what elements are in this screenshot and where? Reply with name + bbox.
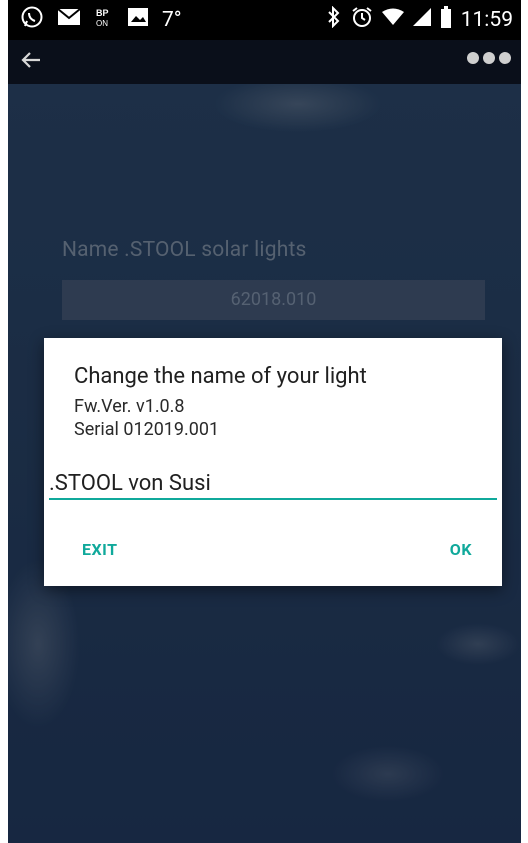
app-toolbar xyxy=(8,40,521,84)
firmware-version: Fw.Ver. v1.0.8 xyxy=(74,396,185,417)
exit-button[interactable]: EXIT xyxy=(82,540,118,559)
signal-icon xyxy=(412,8,431,32)
menu-dot xyxy=(483,52,495,64)
bluetooth-icon xyxy=(326,5,342,34)
whatsapp-icon xyxy=(20,5,44,35)
ok-button[interactable]: OK xyxy=(450,540,472,559)
status-bar: BP ON 7° 11:59 xyxy=(8,0,521,40)
menu-dot xyxy=(499,52,511,64)
battery-icon xyxy=(440,6,452,34)
clock-text: 11:59 xyxy=(460,8,513,32)
svg-text:ON: ON xyxy=(96,19,108,28)
bp-on-icon: BP ON xyxy=(94,6,114,34)
wifi-icon xyxy=(381,8,404,32)
more-options-icon[interactable] xyxy=(467,52,511,64)
rename-dialog: Change the name of your light Fw.Ver. v1… xyxy=(44,338,502,586)
image-icon xyxy=(127,7,149,33)
light-name-input[interactable] xyxy=(49,468,497,500)
arrow-back-icon[interactable] xyxy=(20,48,42,78)
serial-number: Serial 012019.001 xyxy=(74,419,220,440)
svg-text:BP: BP xyxy=(96,8,109,18)
mail-icon xyxy=(57,7,81,33)
status-bar-left: BP ON 7° xyxy=(8,5,182,35)
alarm-icon xyxy=(351,6,373,34)
phone-screen: BP ON 7° 11:59 Name .STOOL solar lights … xyxy=(8,0,521,843)
status-bar-right: 11:59 xyxy=(326,5,521,34)
temperature-text: 7° xyxy=(162,8,182,32)
menu-dot xyxy=(467,52,479,64)
dialog-title: Change the name of your light xyxy=(74,364,367,389)
